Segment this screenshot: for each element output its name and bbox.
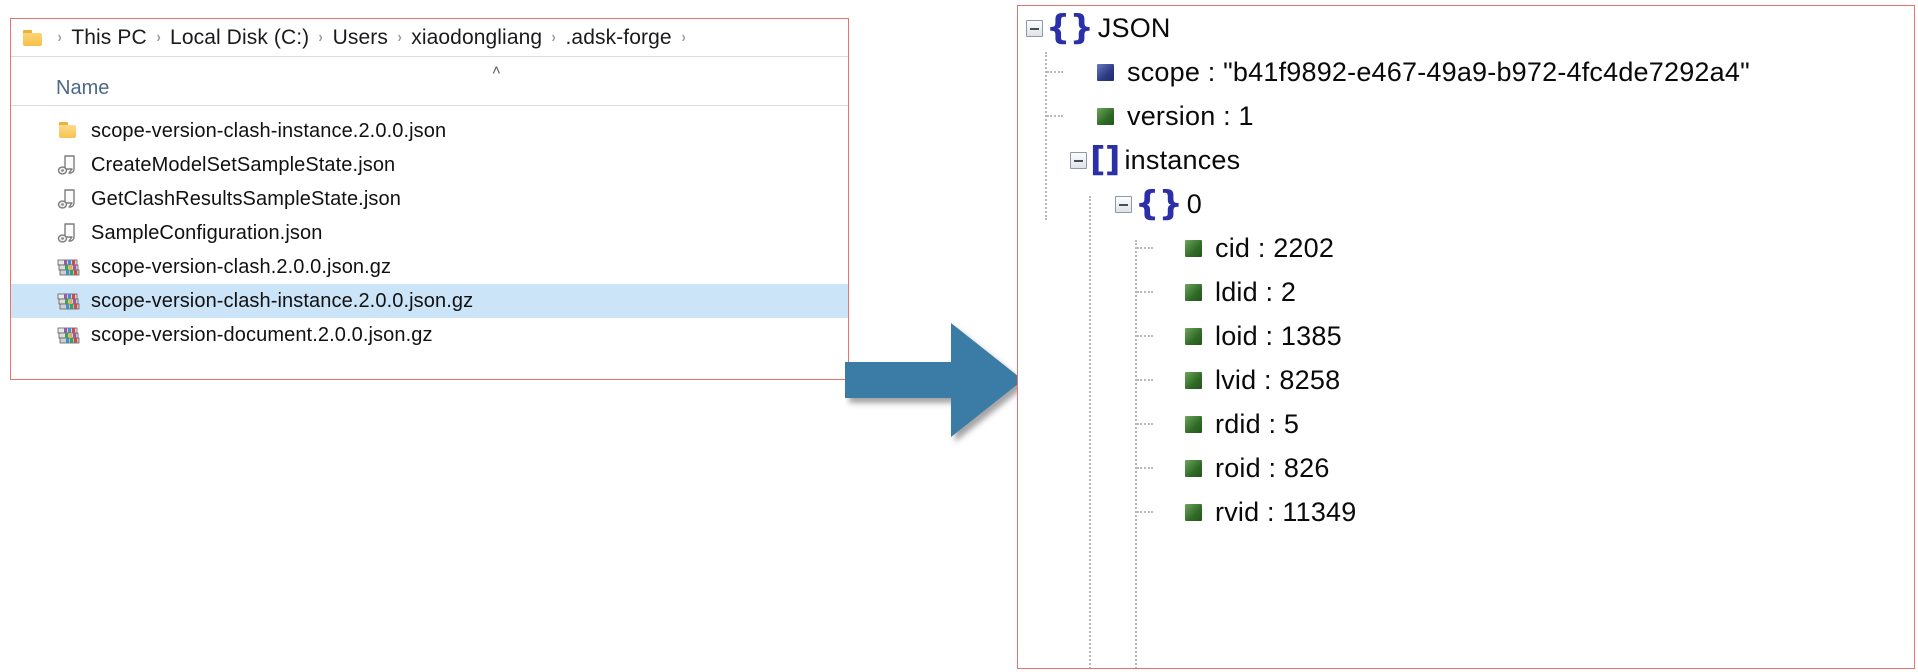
array-bracket-icon: [ ] [1090, 140, 1121, 180]
object-brace-icon: { } [1046, 8, 1094, 48]
breadcrumb-separator: › [681, 28, 686, 46]
file-name: scope-version-clash-instance.2.0.0.json [91, 119, 447, 142]
tree-node-label: rvid : 11349 [1215, 496, 1357, 527]
tree-node-label: instances [1124, 144, 1241, 175]
tree-node-label: roid : 826 [1215, 452, 1330, 483]
folder-icon [56, 119, 82, 143]
tree-guide-line [1137, 423, 1153, 425]
tree-node-label: scope : "b41f9892-e467-49a9-b972-4fc4de7… [1127, 56, 1750, 87]
breadcrumb-item-local-disk[interactable]: Local Disk (C:) [170, 26, 309, 50]
tree-node-instances[interactable]: [ ] instances [1018, 138, 1914, 182]
breadcrumb-separator: › [318, 28, 324, 46]
column-header-name[interactable]: Name [56, 77, 109, 100]
number-value-icon [1185, 239, 1202, 257]
number-value-icon [1185, 283, 1202, 301]
collapse-box-icon[interactable] [1070, 151, 1087, 169]
sort-ascending-caret-icon[interactable]: ˄ [492, 63, 501, 78]
json-tree-panel: { } JSON scope : "b41f9892-e467-49a9-b97… [1017, 5, 1915, 669]
collapse-box-icon[interactable] [1115, 195, 1132, 213]
file-name: CreateModelSetSampleState.json [91, 153, 396, 176]
tree-node-loid[interactable]: loid : 1385 [1018, 314, 1914, 358]
file-name: scope-version-clash.2.0.0.json.gz [91, 255, 392, 278]
column-header-row: ˄ Name [11, 57, 848, 106]
list-item-selected[interactable]: scope-version-clash-instance.2.0.0.json.… [11, 284, 848, 318]
tree-guide-line [1137, 291, 1153, 293]
list-item[interactable]: GetClashResultsSampleState.json [11, 182, 848, 216]
tree-guide-line [1137, 511, 1153, 513]
number-value-icon [1185, 459, 1202, 477]
breadcrumb-separator: › [551, 28, 556, 46]
tree-node-rvid[interactable]: rvid : 11349 [1018, 490, 1914, 534]
tree-node-label: 0 [1186, 188, 1203, 219]
breadcrumb-item-xiaodongliang[interactable]: xiaodongliang [411, 26, 542, 50]
breadcrumb-item-this-pc[interactable]: This PC [71, 26, 146, 50]
breadcrumb[interactable]: › This PC › Local Disk (C:) › Users › xi… [11, 19, 848, 57]
number-value-icon [1185, 371, 1202, 389]
number-value-icon [1185, 503, 1202, 521]
tree-node-rdid[interactable]: rdid : 5 [1018, 402, 1914, 446]
file-name: scope-version-document.2.0.0.json.gz [91, 323, 433, 346]
tree-node-cid[interactable]: cid : 2202 [1018, 226, 1914, 270]
breadcrumb-item-adsk-forge[interactable]: .adsk-forge [566, 26, 672, 50]
json-file-icon [56, 153, 82, 177]
tree-node-label: JSON [1097, 12, 1171, 43]
collapse-box-icon[interactable] [1026, 19, 1043, 37]
right-block-arrow-icon [845, 318, 1031, 446]
breadcrumb-separator: › [57, 28, 62, 46]
tree-node-label: rdid : 5 [1215, 408, 1300, 439]
list-item[interactable]: scope-version-clash.2.0.0.json.gz [11, 250, 848, 284]
breadcrumb-item-users[interactable]: Users [333, 26, 388, 50]
list-item[interactable]: SampleConfiguration.json [11, 216, 848, 250]
file-explorer-panel: › This PC › Local Disk (C:) › Users › xi… [10, 18, 849, 380]
number-value-icon [1097, 107, 1114, 125]
archive-file-icon [56, 289, 82, 313]
file-name: GetClashResultsSampleState.json [91, 187, 401, 210]
tree-guide-line [1137, 467, 1153, 469]
tree-guide-line [1137, 379, 1153, 381]
json-file-icon [56, 221, 82, 245]
tree-node-label: lvid : 8258 [1215, 364, 1341, 395]
tree-node-ldid[interactable]: ldid : 2 [1018, 270, 1914, 314]
tree-node-label: cid : 2202 [1215, 232, 1335, 263]
tree-guide-line [1047, 71, 1063, 73]
file-list: scope-version-clash-instance.2.0.0.json … [11, 106, 848, 352]
tree-guide-line [1047, 115, 1063, 117]
number-value-icon [1185, 327, 1202, 345]
tree-node-scope[interactable]: scope : "b41f9892-e467-49a9-b972-4fc4de7… [1018, 50, 1914, 94]
tree-guide-line [1137, 247, 1153, 249]
string-value-icon [1097, 63, 1114, 81]
tree-node-label: loid : 1385 [1215, 320, 1342, 351]
list-item[interactable]: CreateModelSetSampleState.json [11, 148, 848, 182]
breadcrumb-separator: › [397, 28, 402, 46]
list-item[interactable]: scope-version-document.2.0.0.json.gz [11, 318, 848, 352]
tree-node-roid[interactable]: roid : 826 [1018, 446, 1914, 490]
object-brace-icon: { } [1135, 184, 1183, 224]
breadcrumb-separator: › [156, 28, 161, 46]
number-value-icon [1185, 415, 1202, 433]
tree-guide-line [1137, 335, 1153, 337]
tree-node-lvid[interactable]: lvid : 8258 [1018, 358, 1914, 402]
folder-icon [23, 29, 42, 46]
tree-node-label: version : 1 [1127, 100, 1254, 131]
archive-file-icon [56, 323, 82, 347]
archive-file-icon [56, 255, 82, 279]
tree-node-root[interactable]: { } JSON [1018, 6, 1914, 50]
tree-node-label: ldid : 2 [1215, 276, 1297, 307]
tree-node-version[interactable]: version : 1 [1018, 94, 1914, 138]
file-name: scope-version-clash-instance.2.0.0.json.… [91, 289, 474, 312]
list-item[interactable]: scope-version-clash-instance.2.0.0.json [11, 114, 848, 148]
json-file-icon [56, 187, 82, 211]
file-name: SampleConfiguration.json [91, 221, 323, 244]
tree-node-instance-0[interactable]: { } 0 [1018, 182, 1914, 226]
